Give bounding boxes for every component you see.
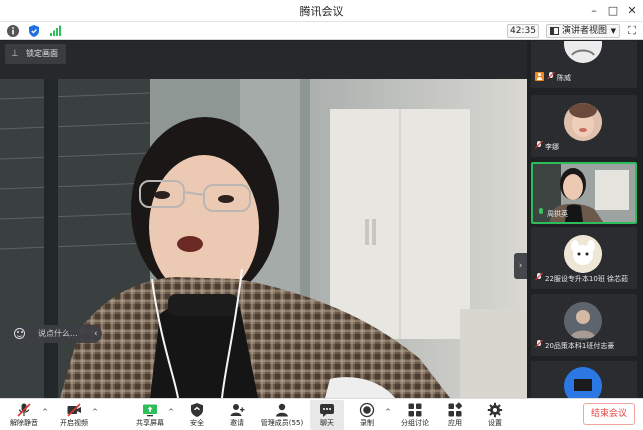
share-screen-button[interactable]: 共享屏幕	[132, 400, 168, 430]
chevron-down-icon: ▼	[610, 27, 616, 35]
breakout-icon	[408, 403, 422, 417]
participant-name: 李娜	[535, 141, 559, 153]
apps-button[interactable]: 应用	[438, 400, 472, 430]
collapse-sidebar-button[interactable]: ›	[514, 253, 527, 279]
speaker-video	[0, 79, 527, 398]
chevron-up-icon[interactable]: ^	[41, 408, 49, 416]
breakout-rooms-label: 分组讨论	[401, 419, 429, 427]
apps-label: 应用	[448, 419, 462, 427]
info-bar: 42:35 演讲者视图 ▼ ⛶	[0, 22, 643, 40]
fullscreen-icon[interactable]: ⛶	[625, 24, 639, 38]
chat-input[interactable]: 说点什么... ‹	[8, 325, 102, 343]
record-button[interactable]: 录制	[350, 400, 384, 430]
speaker-view-icon	[550, 27, 559, 35]
invite-button[interactable]: 邀请	[220, 400, 254, 430]
participant-list: 陈威 李娜 周拱英 22服设专升本10班 徐芯茹 20品策本科1班付志豪	[527, 41, 643, 398]
lock-view-button[interactable]: ⊥ 锁定画面	[5, 44, 66, 64]
share-screen-label: 共享屏幕	[136, 419, 164, 427]
participant-name: 陈威	[535, 72, 571, 84]
participant-name: 20品策本科1班付志豪	[535, 340, 614, 352]
avatar	[564, 367, 602, 398]
shield-icon[interactable]	[27, 24, 41, 38]
gear-icon	[487, 402, 503, 418]
main-stage: ⊥ 锁定画面 说点什么... ‹ ›	[0, 41, 527, 398]
avatar	[564, 235, 602, 273]
participant-name: 周拱英	[537, 208, 568, 220]
settings-button[interactable]: 设置	[478, 400, 512, 430]
settings-label: 设置	[488, 419, 502, 427]
mic-on-icon	[537, 208, 545, 217]
participant-name: 22服设专升本10班 徐芯茹	[535, 273, 628, 285]
chat-placeholder: 说点什么...	[38, 329, 78, 338]
view-mode-dropdown[interactable]: 演讲者视图 ▼	[546, 24, 620, 38]
record-icon	[359, 402, 375, 418]
pin-icon: ⊥	[11, 49, 19, 59]
members-icon	[276, 403, 288, 417]
info-icon[interactable]	[6, 24, 20, 38]
start-video-button[interactable]: 开启视频	[56, 400, 92, 430]
minimize-button[interactable]: –	[585, 2, 603, 20]
video-off-icon	[67, 403, 81, 417]
security-label: 安全	[190, 419, 204, 427]
avatar	[564, 41, 602, 63]
view-mode-label: 演讲者视图	[562, 26, 608, 36]
window-title: 腾讯会议	[299, 5, 344, 18]
meeting-timer: 42:35	[507, 24, 539, 38]
lock-view-label: 锁定画面	[26, 49, 58, 58]
invite-user-icon	[230, 404, 245, 416]
participant-tile[interactable]: 陈威	[531, 41, 637, 88]
chevron-up-icon[interactable]: ^	[384, 408, 392, 416]
mic-muted-icon	[535, 141, 543, 150]
meeting-window: 腾讯会议 – □ ✕ 42:35 演讲者视图 ▼ ⛶ ⊥ 锁定画面 说点什么..…	[0, 0, 643, 430]
start-video-label: 开启视频	[60, 419, 88, 427]
emoji-icon[interactable]	[14, 328, 25, 339]
chevron-left-icon[interactable]: ‹	[94, 325, 98, 343]
bottom-toolbar: 解除静音 ^ 开启视频 ^ 共享屏幕 ^ 安全 邀请 管理成员(55) 聊天 录…	[0, 398, 643, 430]
record-label: 录制	[360, 419, 374, 427]
chevron-up-icon[interactable]: ^	[91, 408, 99, 416]
unmute-button[interactable]: 解除静音	[6, 400, 42, 430]
breakout-rooms-button[interactable]: 分组讨论	[396, 400, 434, 430]
maximize-button[interactable]: □	[604, 2, 622, 20]
user-avatar-icon	[535, 72, 544, 81]
avatar	[564, 302, 602, 340]
unmute-label: 解除静音	[10, 419, 38, 427]
end-meeting-button[interactable]: 结束会议	[583, 403, 635, 425]
chat-label: 聊天	[320, 419, 334, 427]
close-button[interactable]: ✕	[623, 2, 641, 20]
mic-muted-icon	[535, 273, 543, 282]
participant-tile[interactable]: 22服设专升本10班 徐芯茹	[531, 227, 637, 289]
participant-tile-active[interactable]: 周拱英	[531, 162, 637, 224]
share-screen-icon	[143, 404, 157, 417]
chat-button[interactable]: 聊天	[310, 400, 344, 430]
chevron-up-icon[interactable]: ^	[167, 408, 175, 416]
signal-strength-icon[interactable]	[48, 24, 62, 38]
speaker-video-frame	[0, 79, 527, 398]
invite-label: 邀请	[230, 419, 244, 427]
mic-muted-icon	[535, 340, 543, 349]
mic-muted-icon	[547, 72, 555, 81]
manage-members-label: 管理成员(55)	[260, 419, 304, 427]
manage-members-button[interactable]: 管理成员(55)	[258, 400, 306, 430]
shield-icon	[191, 403, 203, 417]
participant-tile[interactable]: 20品策本科1班付志豪	[531, 294, 637, 356]
title-bar: 腾讯会议 – □ ✕	[0, 0, 643, 22]
chat-icon	[320, 404, 334, 417]
participant-tile[interactable]	[531, 361, 637, 398]
participant-tile[interactable]: 李娜	[531, 95, 637, 157]
mic-muted-icon	[17, 403, 31, 417]
security-button[interactable]: 安全	[180, 400, 214, 430]
apps-icon	[448, 402, 463, 417]
avatar	[564, 103, 602, 141]
